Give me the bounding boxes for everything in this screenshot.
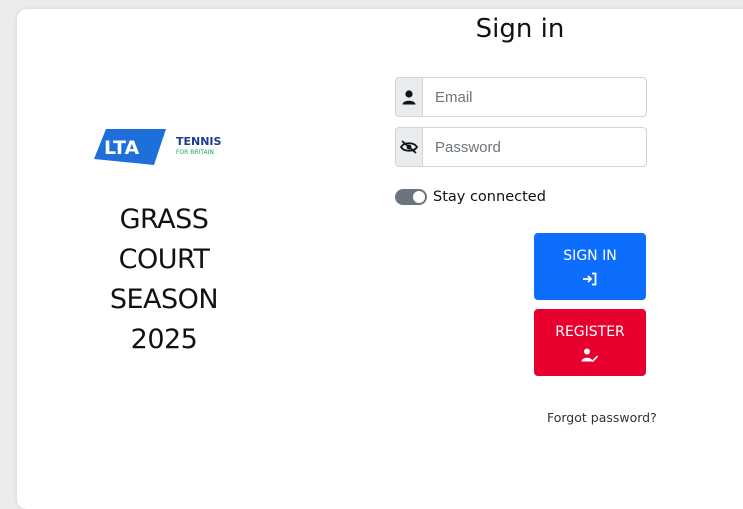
svg-text:LTA: LTA xyxy=(104,137,139,159)
lta-logo: LTA TENNIS FOR BRITAIN xyxy=(94,125,254,173)
register-label: REGISTER xyxy=(555,323,625,340)
stay-connected-toggle[interactable] xyxy=(395,189,427,205)
season-line: SEASON xyxy=(109,284,219,315)
svg-text:TENNIS: TENNIS xyxy=(176,135,222,148)
season-line: GRASS xyxy=(119,204,209,235)
page-title: Sign in xyxy=(475,14,565,44)
season-line: 2025 xyxy=(130,324,198,355)
toggle-knob xyxy=(413,191,425,203)
svg-text:FOR BRITAIN: FOR BRITAIN xyxy=(176,149,214,156)
email-input-group xyxy=(395,77,647,117)
email-field[interactable] xyxy=(422,77,647,117)
season-heading: GRASS COURT SEASON 2025 xyxy=(84,200,244,360)
forgot-password-link[interactable]: Forgot password? xyxy=(547,410,657,425)
user-icon xyxy=(395,77,422,117)
user-edit-icon xyxy=(581,347,599,363)
eye-slash-icon[interactable] xyxy=(395,127,422,167)
password-field[interactable] xyxy=(422,127,647,167)
season-line: COURT xyxy=(118,244,210,275)
stay-connected-row: Stay connected xyxy=(395,189,546,205)
sign-in-icon xyxy=(582,271,598,287)
stay-connected-label[interactable]: Stay connected xyxy=(433,189,546,205)
register-button[interactable]: REGISTER xyxy=(534,309,646,376)
sign-in-label: SIGN IN xyxy=(563,247,617,264)
sign-in-button[interactable]: SIGN IN xyxy=(534,233,646,300)
password-input-group xyxy=(395,127,647,167)
